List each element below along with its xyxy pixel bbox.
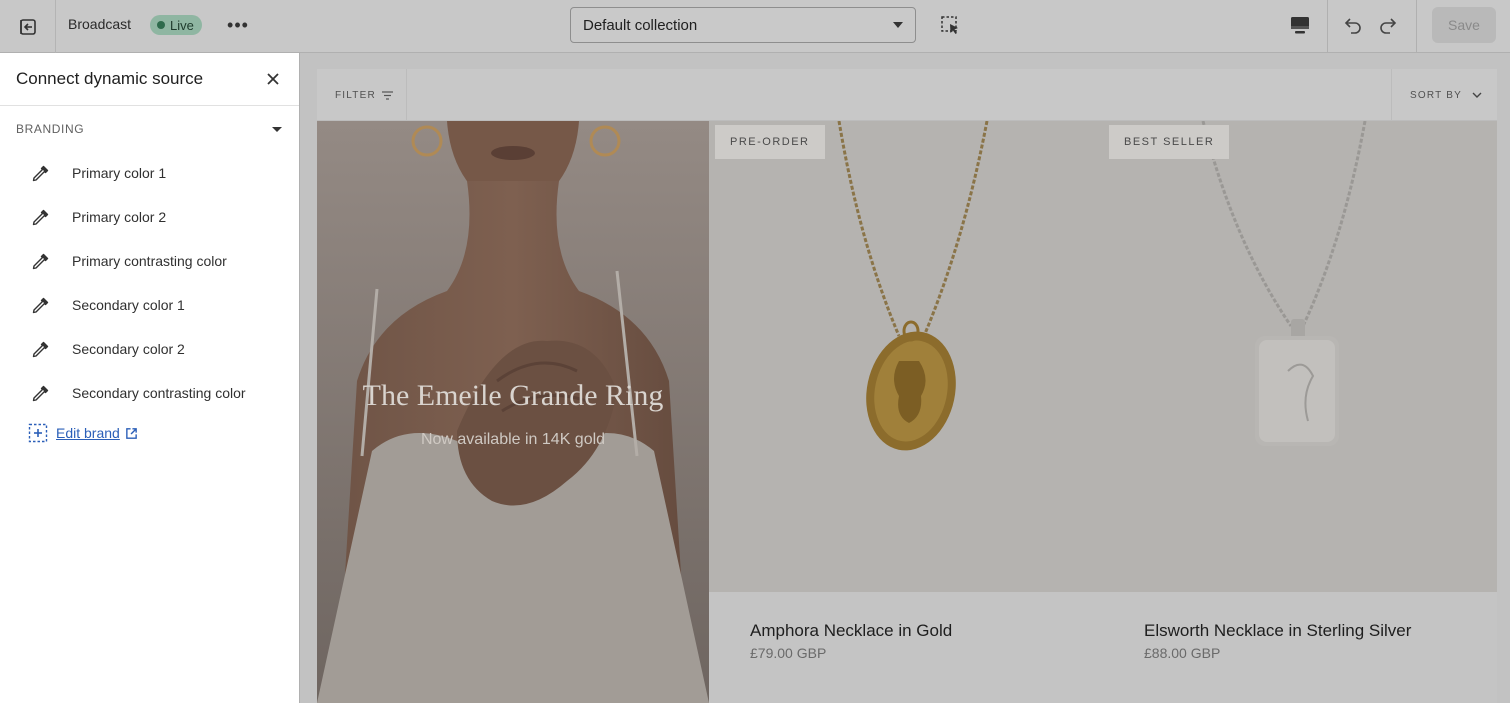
- theme-name: Broadcast: [68, 16, 132, 32]
- eyedropper-icon: [32, 165, 49, 182]
- exit-button[interactable]: [0, 0, 56, 53]
- caret-down-icon: [272, 127, 282, 132]
- toolbar-divider: [1327, 0, 1328, 53]
- filter-label: FILTER: [335, 89, 376, 101]
- product-card[interactable]: BEST SELLER Elsworth Necklace in Sterlin…: [1103, 121, 1497, 703]
- source-item-label: Primary color 2: [72, 209, 167, 225]
- product-price: £79.00 GBP: [750, 645, 827, 661]
- product-badge: BEST SELLER: [1109, 125, 1230, 159]
- eyedropper-icon: [32, 385, 49, 402]
- source-item-label: Secondary color 2: [72, 341, 185, 357]
- gold-necklace-image: [837, 121, 989, 451]
- sort-by-button[interactable]: SORT BY: [1391, 69, 1497, 121]
- branding-group-toggle[interactable]: BRANDING: [0, 106, 299, 152]
- more-icon: •••: [227, 14, 249, 35]
- hero-title: The Emeile Grande Ring: [362, 379, 664, 412]
- source-item-secondary-color-1[interactable]: Secondary color 1: [0, 284, 299, 328]
- live-status-badge: Live: [150, 15, 202, 35]
- storefront-preview: FILTER SORT BY The Emeile Grande Ring No…: [317, 69, 1497, 703]
- exit-icon: [19, 18, 36, 35]
- product-name: Elsworth Necklace in Sterling Silver: [1144, 621, 1412, 640]
- source-item-label: Primary color 1: [72, 165, 167, 181]
- source-item-secondary-contrasting-color[interactable]: Secondary contrasting color: [0, 372, 299, 416]
- source-item-primary-color-1[interactable]: Primary color 1: [0, 152, 299, 196]
- filter-button[interactable]: FILTER: [317, 69, 407, 121]
- product-price: £88.00 GBP: [1144, 645, 1221, 661]
- undo-button[interactable]: [1340, 13, 1364, 37]
- external-link-icon: [125, 427, 137, 439]
- editor-topbar: Broadcast Live ••• Default collection Sa…: [0, 0, 1510, 53]
- dynamic-source-panel: Connect dynamic source BRANDING Primary …: [0, 53, 300, 703]
- live-dot-icon: [157, 21, 165, 29]
- product-image: BEST SELLER: [1103, 121, 1497, 592]
- redo-button[interactable]: [1377, 13, 1401, 37]
- edit-brand-link[interactable]: Edit brand: [28, 423, 138, 443]
- silver-necklace-image: [1201, 121, 1367, 446]
- sort-by-label: SORT BY: [1410, 89, 1462, 101]
- eyedropper-icon: [32, 209, 49, 226]
- inspector-icon: [941, 16, 958, 34]
- chevron-down-icon: [1472, 92, 1482, 98]
- branding-group-label: BRANDING: [16, 122, 85, 136]
- live-status-label: Live: [170, 17, 194, 33]
- panel-title: Connect dynamic source: [16, 69, 204, 88]
- source-item-primary-color-2[interactable]: Primary color 2: [0, 196, 299, 240]
- product-card[interactable]: PRE-ORDER Amphora Necklace in Gold £79.0…: [709, 121, 1103, 703]
- source-item-label: Secondary contrasting color: [72, 385, 246, 401]
- source-item-label: Secondary color 1: [72, 297, 185, 313]
- undo-icon: [1344, 18, 1361, 34]
- caret-down-icon: [893, 22, 903, 28]
- product-name: Amphora Necklace in Gold: [750, 621, 953, 640]
- hero-promo-tile[interactable]: The Emeile Grande Ring Now available in …: [317, 121, 709, 703]
- close-icon[interactable]: [265, 71, 281, 87]
- more-actions-button[interactable]: •••: [226, 13, 250, 37]
- template-select[interactable]: Default collection: [570, 7, 916, 43]
- eyedropper-icon: [32, 253, 49, 270]
- desktop-preview-button[interactable]: [1288, 13, 1312, 37]
- eyedropper-icon: [32, 341, 49, 358]
- save-button[interactable]: Save: [1432, 7, 1496, 43]
- template-select-value: Default collection: [583, 16, 698, 34]
- filter-icon: [381, 90, 393, 100]
- product-badge: PRE-ORDER: [715, 125, 825, 159]
- source-item-secondary-color-2[interactable]: Secondary color 2: [0, 328, 299, 372]
- eyedropper-icon: [32, 297, 49, 314]
- edit-brand-label: Edit brand: [56, 425, 120, 441]
- add-block-icon: [28, 423, 48, 443]
- redo-icon: [1380, 18, 1397, 34]
- inspector-button[interactable]: [938, 13, 962, 37]
- hero-subtitle: Now available in 14K gold: [420, 431, 606, 448]
- source-item-label: Primary contrasting color: [72, 253, 227, 269]
- product-image: PRE-ORDER: [709, 121, 1103, 592]
- collection-filter-bar: FILTER SORT BY: [317, 69, 1497, 121]
- toolbar-divider: [1416, 0, 1417, 53]
- desktop-icon: [1291, 17, 1309, 34]
- source-item-primary-contrasting-color[interactable]: Primary contrasting color: [0, 240, 299, 284]
- panel-header: Connect dynamic source: [0, 53, 299, 106]
